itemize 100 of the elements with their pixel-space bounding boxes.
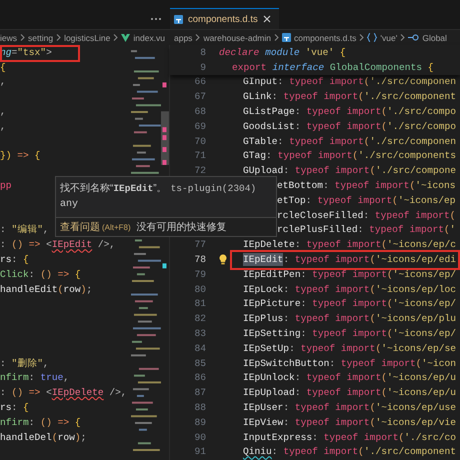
code-line: GTable: typeof import('./src/componen: [243, 136, 456, 147]
line-number: 77: [193, 239, 206, 250]
line-number: 69: [193, 120, 206, 132]
line-number: 66: [193, 76, 206, 88]
view-problem-link[interactable]: 查看问题: [60, 220, 100, 234]
quick-fix-message: 没有可用的快速修复: [136, 220, 227, 234]
line-number: 90: [193, 432, 206, 443]
line-number: 82: [193, 313, 206, 324]
line-number: 79: [193, 268, 206, 280]
code-line: pp: [0, 180, 12, 192]
close-icon[interactable]: [262, 15, 271, 23]
line-number: 89: [193, 416, 206, 428]
code-line: GInput: typeof import('./src/componen: [243, 76, 456, 88]
code-line: GTag: typeof import('./src/components: [243, 150, 456, 162]
shortcut-text: (Alt+F8): [102, 222, 131, 232]
code-line: IEpSetUp: typeof import('~icons/ep/se: [243, 342, 456, 354]
code-line: : "删除",: [0, 356, 49, 370]
code-line: IEpSetting: typeof import('~icons/ep/: [243, 328, 456, 340]
breadcrumb-item[interactable]: 'vue': [380, 32, 398, 42]
code-line: {: [0, 62, 6, 73]
code-line: ,: [0, 76, 6, 88]
error-source: ts-plugin(2304): [170, 183, 256, 194]
code-line: GUpload: typeof import('./src/compone: [243, 165, 456, 176]
line-number: 70: [193, 136, 206, 147]
line-number: 72: [193, 165, 206, 176]
code-line: handleEdit(row);: [0, 284, 92, 295]
breadcrumb-item[interactable]: iews: [0, 32, 18, 42]
chevron-icon: [274, 34, 280, 41]
code-line: : () => <IEpDelete />,: [0, 387, 127, 398]
code-line: IEpEditPen: typeof import('~icons/ep/: [243, 268, 456, 280]
code-line: IEpUser: typeof import('~icons/ep/use: [243, 402, 456, 414]
code-line: }) => {: [0, 150, 40, 162]
line-number: 8: [199, 46, 206, 58]
code-line: declare module 'vue' {: [219, 46, 346, 58]
line-number: 78: [193, 254, 206, 266]
code-line: nfirm: () => {: [0, 416, 81, 428]
line-number: 80: [193, 284, 206, 295]
code-line: : "编辑",: [0, 223, 49, 236]
line-number: 83: [193, 328, 206, 340]
code-line: rs: {: [0, 402, 29, 414]
code-line: IEpUnlock: typeof import('~icons/ep/u: [243, 372, 456, 384]
lightbulb-icon[interactable]: [219, 254, 227, 266]
code-line: IEpLock: typeof import('~icons/ep/loc: [243, 284, 456, 295]
file-type-icon: [174, 14, 183, 24]
code-line: GoodsList: typeof import('./src/compo: [243, 120, 456, 132]
code-line: ,: [0, 106, 6, 118]
breadcrumb-item[interactable]: apps: [174, 32, 192, 42]
line-number: 81: [193, 298, 206, 310]
chevron-icon: [20, 34, 26, 41]
triangle-logo-icon: [121, 34, 130, 42]
code-line: Qiniu: typeof import('./src/component: [243, 446, 456, 458]
line-number: 84: [193, 342, 206, 354]
code-line: etTop: typeof import('~icons/ep: [277, 194, 456, 206]
code-line: IEpView: typeof import('~icons/ep/vie: [243, 416, 456, 428]
more-actions-icon[interactable]: [150, 16, 162, 20]
code-line: InputExpress: typeof import('./src/co: [243, 432, 456, 443]
code-line: : () => <IEpEdit />,: [0, 239, 116, 250]
code-line: rcleCloseFilled: typeof import(: [277, 210, 456, 221]
code-line: IEpDelete: typeof import('~icons/ep/c: [243, 239, 456, 250]
code-line: IEpPlus: typeof import('~icons/ep/plu: [243, 313, 456, 324]
code-line: Click: () => {: [0, 268, 81, 280]
line-number: 71: [193, 150, 206, 162]
line-number: 88: [193, 402, 206, 414]
code-line: GListPage: typeof import('./src/compo: [243, 106, 456, 118]
line-number: 9: [199, 62, 206, 73]
breadcrumb-item[interactable]: Global: [422, 32, 447, 42]
breadcrumb-item[interactable]: warehouse-admin: [203, 32, 272, 42]
line-number: 85: [193, 358, 206, 369]
code-line: GLink: typeof import('./src/component: [243, 91, 456, 102]
line-number: 87: [193, 387, 206, 398]
code-line: rs: {: [0, 254, 29, 266]
code-line: etBottom: typeof import('~icons: [277, 180, 456, 192]
file-type-icon: [282, 33, 292, 42]
editor-tab[interactable]: components.d.ts: [170, 8, 279, 29]
breadcrumb-item[interactable]: components.d.ts: [294, 32, 356, 42]
chevron-icon: [56, 34, 62, 41]
code-line: IEpUpload: typeof import('~icons/ep/u: [243, 387, 456, 398]
interface-icon: [408, 34, 420, 41]
error-message: 找不到名称“IEpEdit”。: [60, 182, 167, 195]
type-text: any: [59, 198, 80, 210]
code-line: ,: [0, 120, 6, 132]
code-line: export interface GlobalComponents {: [232, 62, 434, 73]
code-line: rclePlusFilled: typeof import(': [277, 224, 456, 236]
chevron-icon: [359, 34, 364, 41]
line-number: 67: [193, 91, 206, 102]
line-number: 91: [193, 446, 206, 458]
code-line: nfirm: true,: [0, 372, 70, 384]
breadcrumb-item[interactable]: setting: [28, 32, 54, 42]
chevron-icon: [400, 34, 406, 41]
code-line: IEpSwitchButton: typeof import('~icon: [243, 358, 456, 369]
breadcrumb-item[interactable]: logisticsLine: [64, 32, 110, 42]
line-number: 68: [193, 106, 206, 118]
breadcrumb-item[interactable]: index.vu: [133, 32, 166, 42]
chevron-icon: [113, 34, 118, 41]
code-line: handleDel(row);: [0, 432, 86, 443]
braces-icon: [367, 33, 378, 42]
code-line: IEpPicture: typeof import('~icons/ep/: [243, 298, 456, 310]
code-line: IEpEdit: typeof import('~icons/ep/edi: [243, 254, 456, 266]
chevron-icon: [195, 34, 200, 41]
line-number: 86: [193, 372, 206, 384]
